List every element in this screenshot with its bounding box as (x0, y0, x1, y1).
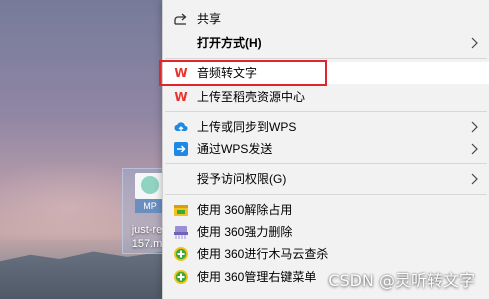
watermark-text: CSDN @灵听转文字 (328, 271, 475, 290)
menu-separator (165, 111, 487, 112)
menu-item-label: 授予访问权限(G) (197, 172, 287, 186)
menu-separator (165, 194, 487, 195)
360-shred-icon (173, 224, 189, 240)
context-menu: 共享 打开方式(H) W 音频转文字 W 上传至稻壳资源中心 上传或同步到WPS (162, 0, 489, 299)
wps-icon: W (174, 66, 188, 80)
chevron-right-icon (468, 37, 480, 49)
menu-separator (165, 58, 487, 59)
menu-item-label: 使用 360解除占用 (197, 203, 293, 217)
menu-item-label: 打开方式(H) (197, 36, 262, 50)
menu-item-label: 上传至稻壳资源中心 (197, 90, 306, 104)
menu-item-open-with[interactable]: 打开方式(H) (163, 32, 489, 54)
chevron-right-icon (468, 173, 480, 185)
chevron-right-icon (468, 121, 480, 133)
menu-item-upload-docer[interactable]: W 上传至稻壳资源中心 (163, 86, 489, 108)
menu-separator (165, 163, 487, 164)
360-shield-icon (173, 269, 189, 285)
360-unlock-icon (173, 202, 189, 218)
file-thumbnail (135, 173, 165, 199)
send-arrow-icon (173, 141, 189, 157)
360-shield-icon (173, 246, 189, 262)
cloud-upload-icon (173, 119, 189, 135)
menu-item-360-shred[interactable]: 使用 360强力删除 (163, 221, 489, 243)
menu-item-label: 上传或同步到WPS (197, 120, 297, 134)
share-icon (173, 11, 189, 27)
menu-item-label: 通过WPS发送 (197, 142, 273, 156)
menu-item-give-access[interactable]: 授予访问权限(G) (163, 168, 489, 190)
menu-item-upload-sync-wps[interactable]: 上传或同步到WPS (163, 116, 489, 138)
menu-item-label: 使用 360进行木马云查杀 (197, 247, 329, 261)
file-type-badge: MP (135, 199, 165, 213)
menu-item-share[interactable]: 共享 (163, 8, 489, 30)
menu-item-label: 使用 360管理右键菜单 (197, 270, 317, 284)
menu-item-360-unlock[interactable]: 使用 360解除占用 (163, 199, 489, 221)
menu-item-label: 共享 (197, 12, 222, 26)
chevron-right-icon (468, 143, 480, 155)
menu-item-audio-to-text[interactable]: W 音频转文字 (163, 62, 489, 84)
menu-item-360-trojan-scan[interactable]: 使用 360进行木马云查杀 (163, 243, 489, 265)
menu-item-send-via-wps[interactable]: 通过WPS发送 (163, 138, 489, 160)
wps-icon: W (174, 90, 188, 104)
menu-item-label: 使用 360强力删除 (197, 225, 293, 239)
menu-item-label: 音频转文字 (197, 66, 258, 80)
